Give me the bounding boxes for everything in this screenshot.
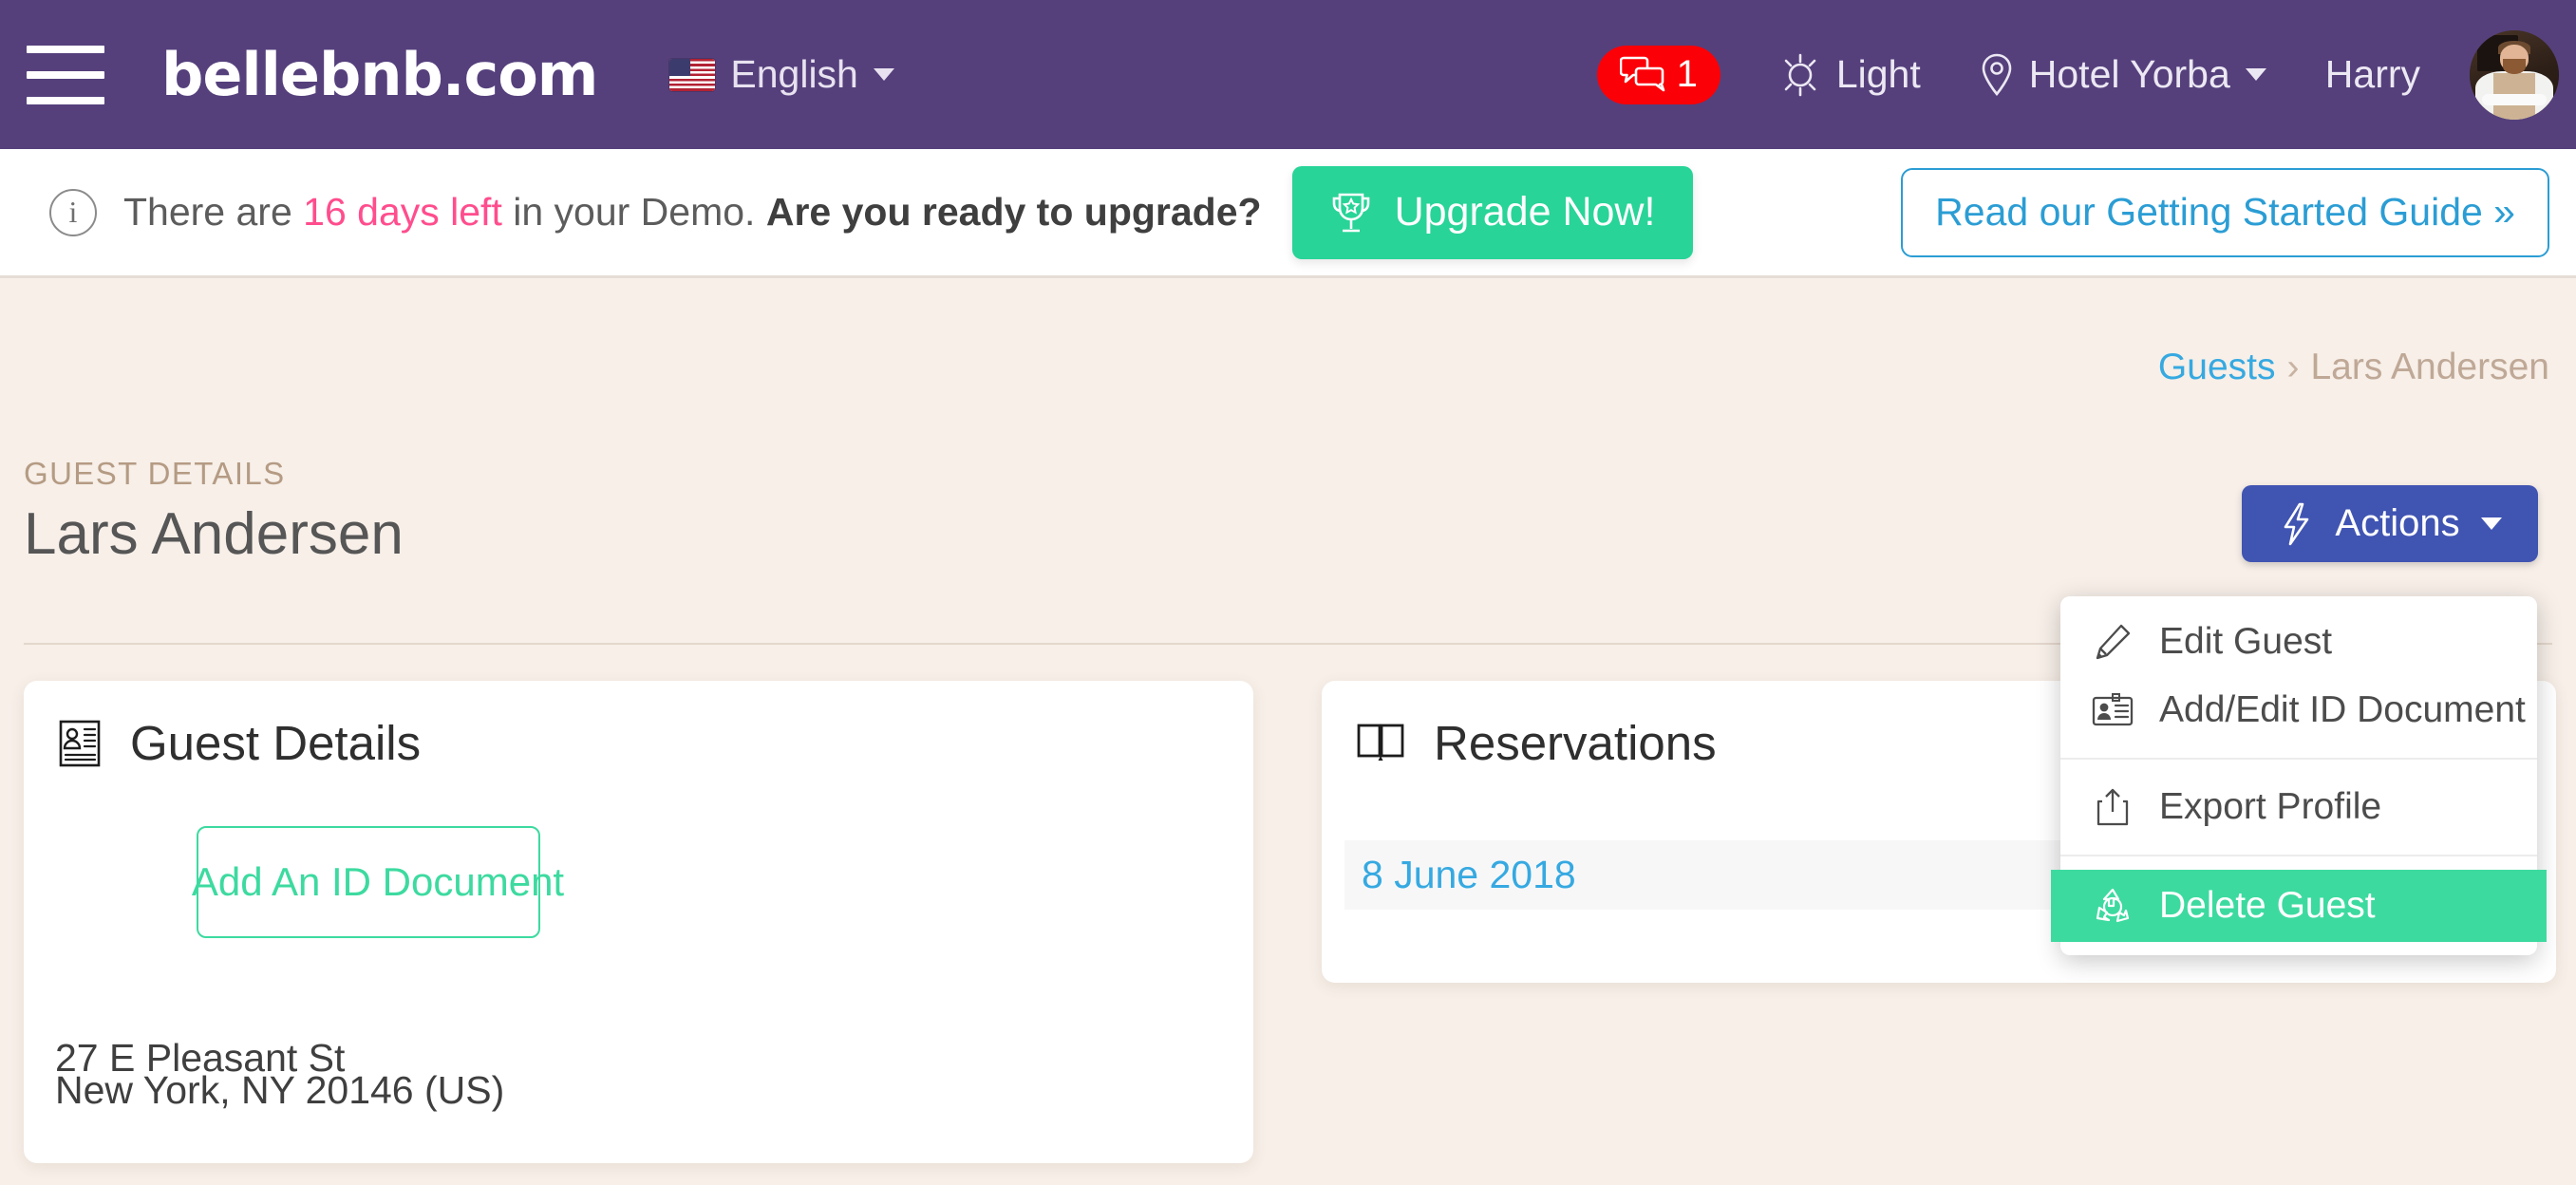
property-selector[interactable]: Hotel Yorba — [1980, 52, 2266, 98]
chevron-down-icon — [2480, 517, 2502, 530]
sun-icon — [1784, 53, 1816, 96]
breadcrumb-link-guests[interactable]: Guests — [2158, 347, 2276, 387]
menu-item-add-edit-id-document[interactable]: Add/Edit ID Document — [2060, 676, 2537, 744]
hamburger-bar — [27, 96, 104, 104]
guest-details-card: Guest Details Add An ID Document 27 E Pl… — [24, 681, 1253, 1163]
theme-label: Light — [1835, 52, 1921, 96]
page-title: Lars Andersen — [24, 501, 404, 567]
hamburger-menu-icon[interactable] — [27, 45, 104, 104]
banner-text-prefix: There are — [123, 190, 304, 234]
nav-right-group: 1 Light Hotel Yorba Harry — [1596, 0, 2576, 149]
menu-item-export-profile[interactable]: Export Profile — [2060, 773, 2537, 841]
menu-item-edit-guest[interactable]: Edit Guest — [2060, 608, 2537, 676]
user-label: Harry — [2324, 52, 2420, 96]
menu-item-label: Export Profile — [2159, 786, 2382, 827]
banner-text-bold: Are you ready to upgrade? — [765, 190, 1262, 234]
map-pin-icon — [1982, 53, 2012, 96]
breadcrumb-separator: › — [2286, 347, 2300, 387]
share-export-icon — [2091, 787, 2134, 827]
menu-divider — [2060, 758, 2537, 760]
trophy-icon — [1332, 193, 1369, 232]
pencil-icon — [2091, 622, 2134, 662]
add-id-document-button[interactable]: Add An ID Document — [192, 826, 564, 938]
top-navigation-bar: bellebnb.com English 1 Light Hotel Yorba… — [0, 0, 2576, 149]
chevron-down-icon — [2245, 68, 2266, 81]
messages-count: 1 — [1676, 53, 1698, 95]
user-menu[interactable]: Harry — [2325, 52, 2420, 97]
hamburger-bar — [27, 45, 104, 53]
menu-item-label: Add/Edit ID Document — [2159, 689, 2526, 730]
actions-dropdown-menu: Edit Guest Add/Edit ID Document Export P… — [2051, 596, 2547, 955]
menu-item-label: Delete Guest — [2159, 885, 2376, 926]
hamburger-bar — [27, 70, 104, 79]
chat-bubbles-icon — [1619, 56, 1664, 91]
actions-button[interactable]: Actions — [2242, 485, 2538, 562]
info-icon: i — [49, 188, 97, 236]
open-book-icon — [1357, 724, 1404, 761]
add-id-document-label: Add An ID Document — [191, 859, 565, 904]
page-eyebrow: GUEST DETAILS — [24, 456, 286, 491]
breadcrumb-current: Lars Andersen — [2310, 347, 2549, 387]
card-title-label: Guest Details — [130, 716, 422, 770]
menu-item-label: Edit Guest — [2159, 621, 2333, 662]
us-flag-icon — [669, 58, 716, 91]
reservation-date-link[interactable]: 8 June 2018 — [1362, 853, 1576, 897]
days-left-count: 16 days left — [303, 190, 502, 234]
upgrade-now-label: Upgrade Now! — [1394, 189, 1656, 235]
avatar[interactable] — [2470, 29, 2559, 120]
actions-button-label: Actions — [2335, 502, 2460, 544]
messages-badge[interactable]: 1 — [1596, 45, 1720, 104]
guest-address-line-2: New York, NY 20146 (US) — [55, 1068, 505, 1112]
id-card-icon — [2091, 693, 2134, 727]
language-label: English — [730, 52, 858, 96]
recycle-icon — [2091, 886, 2134, 926]
language-selector[interactable]: English — [669, 52, 894, 97]
menu-item-delete-guest[interactable]: Delete Guest — [2051, 870, 2547, 942]
guest-details-card-title: Guest Details — [24, 681, 1253, 771]
banner-text-middle: in your Demo. — [501, 190, 766, 234]
theme-toggle[interactable]: Light — [1779, 52, 1921, 98]
getting-started-guide-button[interactable]: Read our Getting Started Guide » — [1901, 167, 2549, 257]
chevron-down-icon — [873, 68, 894, 81]
lightning-bolt-icon — [2285, 502, 2309, 545]
demo-banner-text: There are 16 days left in your Demo. Are… — [123, 190, 1262, 235]
property-label: Hotel Yorba — [2028, 52, 2230, 96]
breadcrumb: Guests › Lars Andersen — [2158, 347, 2549, 388]
id-badge-icon — [59, 720, 101, 766]
card-title-label: Reservations — [1434, 716, 1717, 770]
menu-divider — [2060, 855, 2537, 856]
upgrade-now-button[interactable]: Upgrade Now! — [1291, 165, 1694, 259]
brand-logo[interactable]: bellebnb.com — [161, 40, 598, 109]
demo-upgrade-banner: i There are 16 days left in your Demo. A… — [0, 149, 2576, 278]
